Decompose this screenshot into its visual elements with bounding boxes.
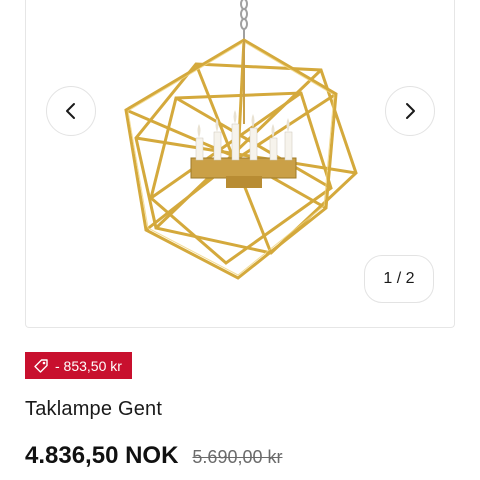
original-price: 5.690,00 kr [192, 447, 283, 467]
gallery-next-button[interactable] [385, 86, 435, 136]
current-price: 4.836,50 NOK [25, 442, 179, 469]
chevron-right-icon [406, 103, 415, 119]
tag-icon [34, 358, 48, 373]
gallery-prev-button[interactable] [46, 86, 96, 136]
discount-badge: - 853,50 kr [25, 352, 132, 379]
chevron-left-icon [66, 103, 75, 119]
product-image-gallery: 1 / 2 [25, 0, 455, 328]
price-row: 4.836,50 NOK 5.690,00 kr [25, 442, 282, 470]
product-title: Taklampe Gent [25, 398, 163, 420]
discount-label: - 853,50 kr [55, 357, 122, 374]
gallery-counter: 1 / 2 [364, 255, 434, 303]
